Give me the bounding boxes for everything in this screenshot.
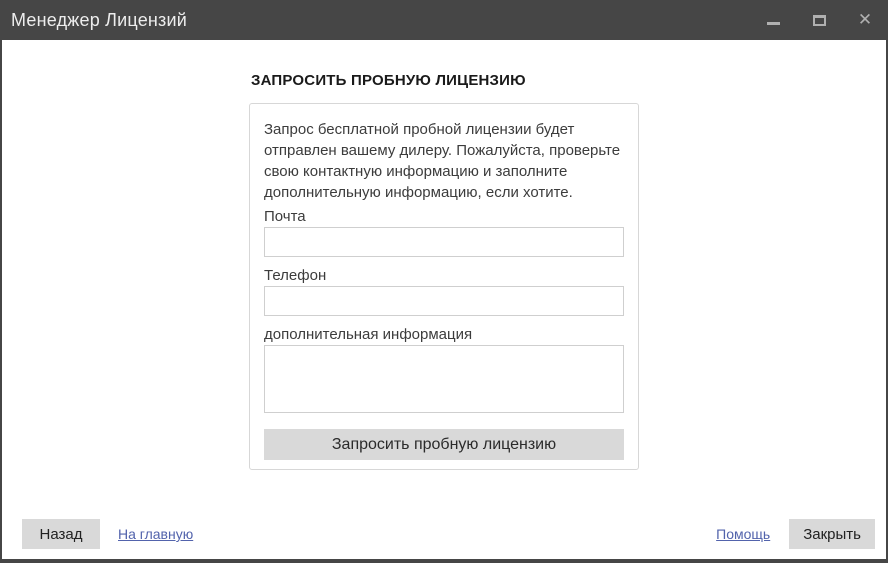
home-link[interactable]: На главную — [118, 526, 193, 542]
description-text: Запрос бесплатной пробной лицензии будет… — [264, 119, 624, 203]
email-label: Почта — [264, 207, 624, 226]
request-trial-license-button[interactable]: Запросить пробную лицензию — [264, 429, 624, 460]
maximize-button[interactable] — [796, 0, 842, 40]
email-input[interactable] — [264, 227, 624, 257]
minimize-icon — [767, 22, 780, 25]
help-link[interactable]: Помощь — [716, 526, 770, 542]
main-column: ЗАПРОСИТЬ ПРОБНУЮ ЛИЦЕНЗИЮ Запрос беспла… — [249, 72, 639, 470]
additional-info-label: дополнительная информация — [264, 325, 624, 344]
window-controls: ✕ — [750, 0, 888, 40]
content-area: ЗАПРОСИТЬ ПРОБНУЮ ЛИЦЕНЗИЮ Запрос беспла… — [2, 40, 886, 559]
maximize-icon — [813, 15, 826, 26]
minimize-button[interactable] — [750, 0, 796, 40]
page-title: ЗАПРОСИТЬ ПРОБНУЮ ЛИЦЕНЗИЮ — [251, 72, 639, 89]
trial-request-panel: Запрос бесплатной пробной лицензии будет… — [249, 103, 639, 470]
footer-left-group: Назад На главную — [22, 519, 193, 549]
footer-right-group: Помощь Закрыть — [716, 519, 875, 549]
phone-label: Телефон — [264, 266, 624, 285]
close-window-button[interactable]: Закрыть — [789, 519, 875, 549]
close-icon: ✕ — [858, 12, 872, 29]
close-button[interactable]: ✕ — [842, 0, 888, 40]
window-title: Менеджер Лицензий — [0, 10, 187, 31]
additional-info-textarea[interactable] — [264, 345, 624, 413]
license-manager-window: Менеджер Лицензий ✕ ЗАПРОСИТЬ ПРОБНУЮ ЛИ… — [0, 0, 888, 563]
phone-input[interactable] — [264, 286, 624, 316]
back-button[interactable]: Назад — [22, 519, 100, 549]
title-bar[interactable]: Менеджер Лицензий ✕ — [0, 0, 888, 40]
